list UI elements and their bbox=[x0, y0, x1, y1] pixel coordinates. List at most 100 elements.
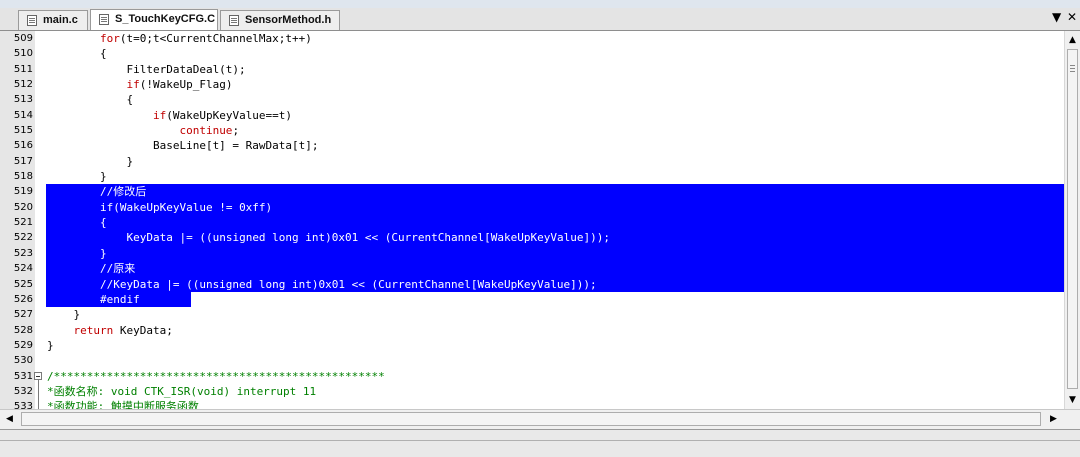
code-text: } bbox=[47, 307, 80, 322]
comment-token: *函数名称: void CTK_ISR(void) interrupt 11 bbox=[47, 384, 317, 398]
code-line[interactable]: 520 if(WakeUpKeyValue != 0xff) bbox=[0, 199, 1064, 216]
line-number: 517 bbox=[13, 155, 33, 167]
code-line[interactable]: 521 { bbox=[0, 215, 1064, 231]
code-line[interactable]: 513 { bbox=[0, 92, 1064, 107]
code-token: { bbox=[47, 216, 107, 230]
tab-sensormethod-h[interactable]: SensorMethod.h bbox=[220, 10, 340, 30]
code-text: /***************************************… bbox=[47, 369, 385, 384]
code-text: if(WakeUpKeyValue==t) bbox=[47, 108, 292, 123]
code-line[interactable]: 511 FilterDataDeal(t); bbox=[0, 62, 1064, 77]
code-line[interactable]: 524 //原来 bbox=[0, 261, 1064, 277]
code-token: (WakeUpKeyValue==t) bbox=[166, 108, 293, 122]
line-number: 529 bbox=[13, 339, 33, 351]
code-line[interactable]: 512 if(!WakeUp_Flag) bbox=[0, 77, 1064, 92]
selection-highlight bbox=[46, 215, 1064, 231]
code-token: FilterDataDeal(t); bbox=[47, 62, 246, 76]
code-token: } bbox=[47, 170, 107, 184]
code-text: //KeyData |= ((unsigned long int)0x01 <<… bbox=[47, 277, 597, 292]
code-editor[interactable]: 509 for(t=0;t<CurrentChannelMax;t++) 510 … bbox=[0, 31, 1064, 409]
horizontal-scrollbar[interactable]: ◀ ▶ bbox=[0, 409, 1080, 429]
code-line[interactable]: 527 } bbox=[0, 307, 1064, 322]
code-text: } bbox=[47, 154, 133, 169]
horizontal-scroll-thumb[interactable] bbox=[21, 412, 1041, 426]
code-line[interactable]: 523 } bbox=[0, 245, 1064, 262]
comment-token: //修改后 bbox=[47, 185, 147, 199]
code-line[interactable]: 530 bbox=[0, 353, 1064, 368]
line-number: 511 bbox=[13, 63, 33, 75]
code-text: continue; bbox=[47, 123, 239, 138]
keyword-token: continue bbox=[179, 124, 233, 138]
tab-label: SensorMethod.h bbox=[245, 14, 332, 26]
tab-label: S_TouchKeyCFG.C bbox=[115, 13, 216, 25]
code-text: BaseLine[t] = RawData[t]; bbox=[47, 138, 319, 153]
code-line[interactable]: 518 } bbox=[0, 169, 1064, 184]
code-line[interactable]: 514 if(WakeUpKeyValue==t) bbox=[0, 108, 1064, 123]
line-number: 532 bbox=[13, 385, 33, 397]
line-number: 528 bbox=[13, 324, 33, 336]
code-token: { bbox=[47, 93, 134, 107]
code-line[interactable]: 532 *函数名称: void CTK_ISR(void) interrupt 1… bbox=[0, 384, 1064, 399]
code-token: BaseLine[t] = RawData[t]; bbox=[47, 139, 319, 153]
code-token: } bbox=[47, 154, 134, 168]
code-text: *函数名称: void CTK_ISR(void) interrupt 11 bbox=[47, 384, 316, 399]
code-text: { bbox=[47, 215, 107, 230]
code-text: for(t=0;t<CurrentChannelMax;t++) bbox=[47, 31, 312, 46]
tab-main-c[interactable]: main.c bbox=[18, 10, 88, 30]
line-number: 513 bbox=[13, 94, 33, 106]
close-icon[interactable]: ✕ bbox=[1067, 10, 1077, 24]
code-line[interactable]: 509 for(t=0;t<CurrentChannelMax;t++) bbox=[0, 31, 1064, 46]
vertical-scrollbar[interactable]: ▲ ▼ bbox=[1064, 31, 1080, 409]
editor-tab-bar: main.c S_TouchKeyCFG.C SensorMethod.h bbox=[0, 8, 1080, 31]
code-line[interactable]: 522 KeyData |= ((unsigned long int)0x01 … bbox=[0, 230, 1064, 246]
line-number: 533 bbox=[13, 401, 33, 409]
comment-token: //原来 bbox=[47, 262, 136, 276]
code-line[interactable]: 526 #endif bbox=[0, 291, 1064, 308]
keyword-token: if bbox=[99, 200, 114, 214]
selection-highlight bbox=[46, 184, 1064, 200]
line-number: 514 bbox=[13, 109, 33, 121]
code-line[interactable]: 516 BaseLine[t] = RawData[t]; bbox=[0, 138, 1064, 153]
code-text: } bbox=[47, 338, 54, 353]
c-file-icon bbox=[27, 15, 37, 26]
code-line[interactable]: 531 /************************************… bbox=[0, 369, 1064, 384]
code-line[interactable]: 517 } bbox=[0, 154, 1064, 169]
code-line[interactable]: 529} bbox=[0, 338, 1064, 353]
tab-s-touchkeycfg-c[interactable]: S_TouchKeyCFG.C bbox=[90, 9, 218, 30]
code-token: (!WakeUp_Flag) bbox=[139, 78, 233, 92]
code-line[interactable]: 515 continue; bbox=[0, 123, 1064, 138]
code-token: ; bbox=[232, 124, 240, 138]
code-token: )0x01 << (CurrentChannel[WakeUpKeyValue]… bbox=[325, 231, 610, 245]
line-number: 520 bbox=[13, 201, 33, 213]
code-text: } bbox=[47, 169, 107, 184]
code-token: } bbox=[47, 246, 107, 260]
code-line[interactable]: 510 { bbox=[0, 46, 1064, 61]
scroll-right-icon[interactable]: ▶ bbox=[1050, 414, 1057, 424]
fold-toggle-icon[interactable] bbox=[34, 371, 42, 380]
output-panel bbox=[0, 429, 1080, 457]
code-line[interactable]: 528 return KeyData; bbox=[0, 323, 1064, 338]
scroll-left-icon[interactable]: ◀ bbox=[6, 414, 13, 424]
chevron-down-icon[interactable]: ▼ bbox=[1052, 10, 1061, 24]
vertical-scroll-thumb[interactable] bbox=[1067, 49, 1078, 389]
fold-guide-line bbox=[38, 379, 39, 409]
code-token: (WakeUpKeyValue != 0xff) bbox=[113, 200, 273, 214]
code-token: #endif bbox=[47, 292, 140, 306]
code-token: { bbox=[47, 47, 107, 61]
tab-label: main.c bbox=[43, 14, 78, 26]
code-line[interactable]: 525 //KeyData |= ((unsigned long int)0x0… bbox=[0, 276, 1064, 292]
code-line[interactable]: 519 //修改后 bbox=[0, 184, 1064, 200]
line-number: 509 bbox=[13, 33, 33, 44]
keyword-token: for bbox=[99, 32, 120, 45]
h-file-icon bbox=[229, 15, 239, 26]
line-number: 524 bbox=[13, 263, 33, 275]
code-token: KeyData; bbox=[113, 323, 173, 337]
scroll-up-icon[interactable]: ▲ bbox=[1069, 35, 1076, 45]
code-token: (t=0;t<CurrentChannelMax;t++) bbox=[119, 32, 312, 45]
code-line[interactable]: 533 *函数功能: 触摸中断服务函数 bbox=[0, 399, 1064, 409]
scroll-down-icon[interactable]: ▼ bbox=[1069, 395, 1076, 405]
line-number: 518 bbox=[13, 171, 33, 183]
comment-token: /***************************************… bbox=[47, 369, 385, 383]
